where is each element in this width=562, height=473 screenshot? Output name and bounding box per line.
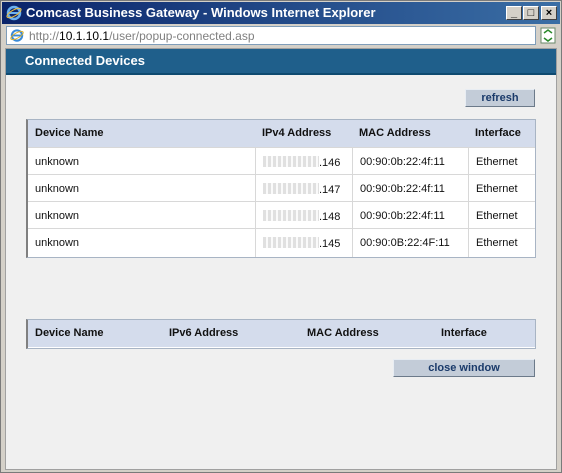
mac-address: 00:90:0B:22:4F:11 xyxy=(360,237,450,249)
interface: Ethernet xyxy=(476,210,518,222)
ie-icon xyxy=(6,5,22,21)
address-field[interactable]: http://10.1.10.1/user/popup-connected.as… xyxy=(6,26,536,45)
column-divider xyxy=(255,147,256,257)
column-divider xyxy=(352,147,353,257)
column-divider xyxy=(468,147,469,257)
ie-page-icon xyxy=(10,29,24,42)
address-url: http://10.1.10.1/user/popup-connected.as… xyxy=(29,29,255,43)
col-device-name: Device Name xyxy=(35,327,104,339)
ip-suffix: .147 xyxy=(319,184,341,196)
ipv4-address: .146 xyxy=(263,156,340,169)
col-mac-address: MAC Address xyxy=(359,127,431,139)
interface: Ethernet xyxy=(476,156,518,168)
close-button[interactable]: × xyxy=(541,6,557,20)
redacted-ip xyxy=(263,183,319,194)
redacted-ip xyxy=(263,210,319,221)
ipv4-table-header: Device Name IPv4 Address MAC Address Int… xyxy=(28,120,535,147)
mac-address: 00:90:0b:22:4f:11 xyxy=(360,210,445,222)
ip-suffix: .145 xyxy=(319,238,341,250)
close-window-button[interactable]: close window xyxy=(393,359,535,377)
interface: Ethernet xyxy=(476,237,518,249)
window-title: Comcast Business Gateway - Windows Inter… xyxy=(26,5,376,20)
url-prefix: http:// xyxy=(29,29,60,43)
maximize-button[interactable]: □ xyxy=(523,6,539,20)
title-bar[interactable]: Comcast Business Gateway - Windows Inter… xyxy=(2,2,560,24)
compatibility-view-icon[interactable] xyxy=(540,27,556,44)
col-ipv4-address: IPv4 Address xyxy=(262,127,332,139)
page-content: Connected Devices refresh Device Name IP… xyxy=(5,48,557,470)
url-path: /user/popup-connected.asp xyxy=(109,29,255,43)
col-device-name: Device Name xyxy=(35,127,104,139)
page-header: Connected Devices xyxy=(6,49,556,75)
ipv4-address: .148 xyxy=(263,210,340,223)
device-name: unknown xyxy=(35,156,80,168)
address-bar: http://10.1.10.1/user/popup-connected.as… xyxy=(2,24,560,48)
url-host: 10.1.10.1 xyxy=(59,29,110,43)
interface: Ethernet xyxy=(476,183,518,195)
ipv4-address: .145 xyxy=(263,237,340,250)
minimize-button[interactable]: _ xyxy=(506,6,522,20)
col-interface: Interface xyxy=(441,327,487,339)
device-name: unknown xyxy=(35,237,80,249)
col-ipv6-address: IPv6 Address xyxy=(169,327,239,339)
col-mac-address: MAC Address xyxy=(307,327,379,339)
browser-window: Comcast Business Gateway - Windows Inter… xyxy=(0,0,562,473)
redacted-ip xyxy=(263,237,319,248)
table-row: unknown .145 00:90:0B:22:4F:11 Ethernet xyxy=(28,228,535,257)
ipv4-address: .147 xyxy=(263,183,340,196)
ipv6-devices-table: Device Name IPv6 Address MAC Address Int… xyxy=(26,319,536,349)
table-row: unknown .147 00:90:0b:22:4f:11 Ethernet xyxy=(28,174,535,202)
device-name: unknown xyxy=(35,183,80,195)
page-title: Connected Devices xyxy=(25,53,145,68)
ipv6-table-header: Device Name IPv6 Address MAC Address Int… xyxy=(28,320,535,347)
refresh-button[interactable]: refresh xyxy=(465,89,535,107)
redacted-ip xyxy=(263,156,319,167)
table-row: unknown .146 00:90:0b:22:4f:11 Ethernet xyxy=(28,147,535,175)
table-row: unknown .148 00:90:0b:22:4f:11 Ethernet xyxy=(28,201,535,229)
device-name: unknown xyxy=(35,210,80,222)
mac-address: 00:90:0b:22:4f:11 xyxy=(360,183,445,195)
ip-suffix: .148 xyxy=(319,211,341,223)
ip-suffix: .146 xyxy=(319,157,341,169)
mac-address: 00:90:0b:22:4f:11 xyxy=(360,156,445,168)
col-interface: Interface xyxy=(475,127,521,139)
ipv4-devices-table: Device Name IPv4 Address MAC Address Int… xyxy=(26,119,536,258)
